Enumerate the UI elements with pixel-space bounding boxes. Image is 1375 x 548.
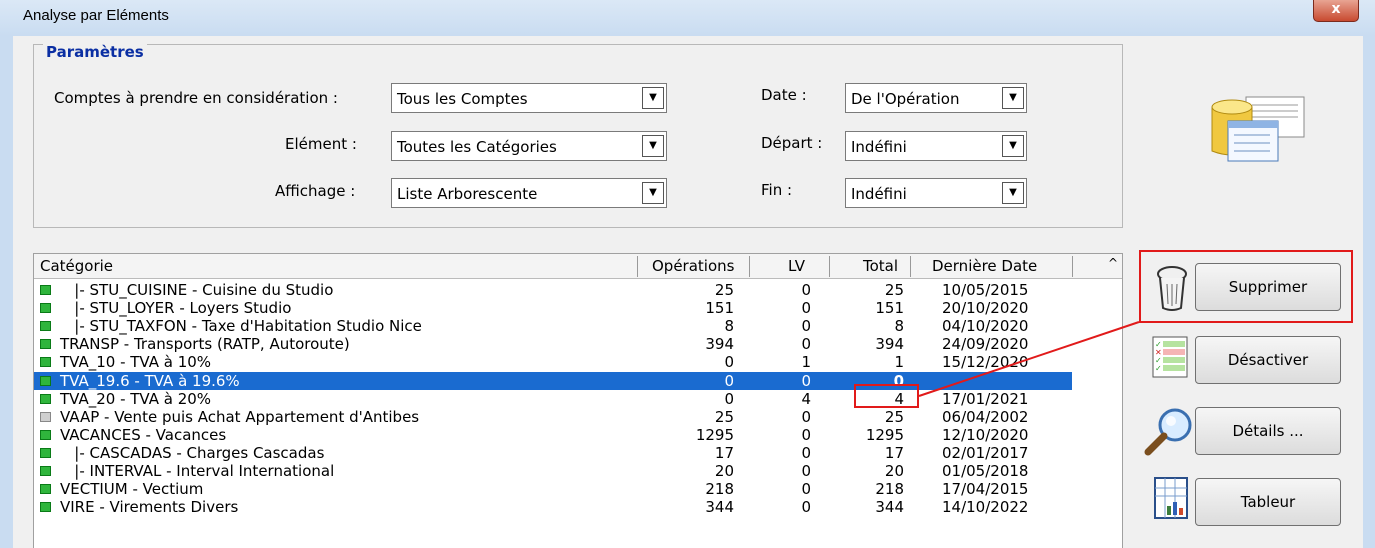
annotation-arrow — [918, 321, 1140, 397]
